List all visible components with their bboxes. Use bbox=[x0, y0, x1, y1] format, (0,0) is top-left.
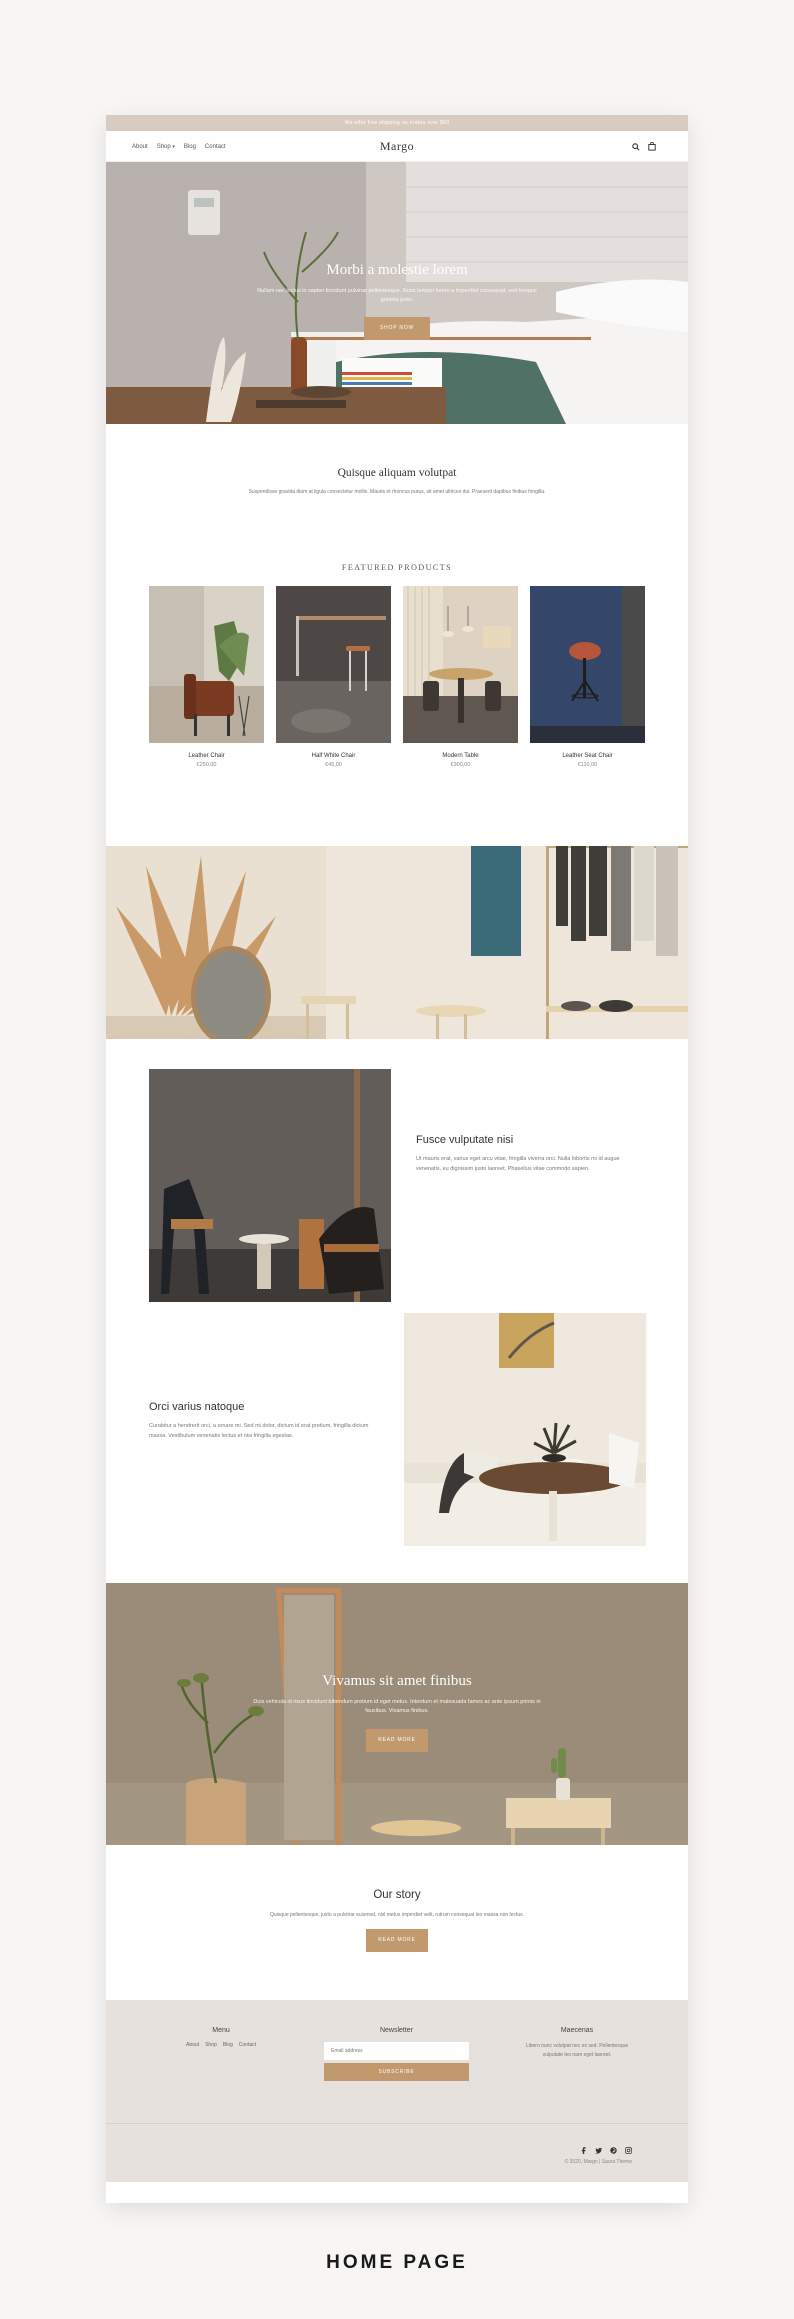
footer-newsletter: Newsletter SUBSCRIBE bbox=[324, 2027, 469, 2081]
footer-link-about[interactable]: About bbox=[186, 2042, 199, 2048]
product-image bbox=[403, 586, 518, 743]
intro-section: Quisque aliquam volutpat Suspendisse gra… bbox=[106, 424, 688, 563]
search-icon[interactable] bbox=[632, 138, 640, 156]
hero-title: Morbi a molestie lorem bbox=[326, 262, 468, 278]
product-price: €250,00 bbox=[196, 762, 217, 768]
intro-text: Suspendisse gravida diam at ligula conse… bbox=[248, 489, 546, 495]
feature-text-2: Curabitur a hendrerit orci, a ornare mi.… bbox=[149, 1423, 369, 1439]
footer-link-blog[interactable]: Blog bbox=[223, 2042, 233, 2048]
footer-about-text: Libero nunc volutpat nec ex sed. Pellent… bbox=[525, 2043, 629, 2058]
product-price: €300,00 bbox=[450, 762, 471, 768]
feature-image-2 bbox=[404, 1313, 646, 1546]
footer-link-shop[interactable]: Shop bbox=[205, 2042, 217, 2048]
hero-subtitle: Nullam nec lectus in sapien tincidunt pu… bbox=[257, 288, 537, 303]
site-frame: We offer free shipping on orders over $6… bbox=[106, 115, 688, 2203]
intro-title: Quisque aliquam volutpat bbox=[337, 467, 457, 479]
footer-link-contact[interactable]: Contact bbox=[239, 2042, 256, 2048]
product-card[interactable]: Leather Chair €250,00 bbox=[149, 586, 264, 768]
banner-title: Vivamus sit amet finibus bbox=[322, 1673, 472, 1689]
product-image bbox=[149, 586, 264, 743]
product-price: €110,00 bbox=[577, 762, 598, 768]
footer-about-title: Maecenas bbox=[560, 2027, 594, 2034]
feature-image-1 bbox=[149, 1069, 391, 1302]
newsletter-title: Newsletter bbox=[379, 2027, 414, 2034]
featured-products: FEATURED PRODUCTS Leather Chair €250,00 bbox=[106, 563, 688, 846]
product-name: Leather Chair bbox=[188, 753, 225, 759]
feature-title-2: Orci varius natoque bbox=[149, 1401, 245, 1413]
feature-section-1: Fusce vulputate nisi Ut mauris erat, var… bbox=[106, 1039, 688, 1311]
feature-section-2: Orci varius natoque Curabitur a hendreri… bbox=[106, 1311, 688, 1583]
footer-divider bbox=[106, 2123, 688, 2124]
story-title: Our story bbox=[373, 1889, 421, 1901]
shop-now-button[interactable]: SHOP NOW bbox=[363, 317, 431, 340]
story-read-more-button[interactable]: READ MORE bbox=[366, 1929, 428, 1952]
footer-about: Maecenas Libero nunc volutpat nec ex sed… bbox=[522, 2027, 632, 2059]
twitter-icon[interactable] bbox=[595, 2141, 602, 2159]
product-price: €45,00 bbox=[325, 762, 342, 768]
facebook-icon[interactable] bbox=[580, 2141, 587, 2159]
banner-subtitle: Duis vehicula id risus tincidunt bibendu… bbox=[253, 1699, 541, 1714]
featured-heading: FEATURED PRODUCTS bbox=[341, 563, 453, 572]
our-story-section: Our story Quisque pellentesque, justo a … bbox=[106, 1845, 688, 2000]
site-logo[interactable]: Margo bbox=[106, 131, 688, 162]
pinterest-icon[interactable] bbox=[610, 2141, 617, 2159]
product-image bbox=[530, 586, 645, 743]
social-links bbox=[580, 2141, 632, 2159]
announcement-bar: We offer free shipping on orders over $6… bbox=[106, 115, 688, 131]
story-text: Quisque pellentesque, justo a pulvinar e… bbox=[269, 1912, 525, 1918]
banner-read-more-button[interactable]: READ MORE bbox=[366, 1729, 428, 1752]
page-caption: HOME PAGE bbox=[326, 2252, 468, 2273]
footer-menu: Menu About Shop Blog Contact bbox=[166, 2027, 276, 2048]
hero-section: Morbi a molestie lorem Nullam nec lectus… bbox=[106, 162, 688, 424]
bag-icon[interactable] bbox=[648, 138, 656, 156]
feature-title-1: Fusce vulputate nisi bbox=[416, 1134, 514, 1146]
footer: Menu About Shop Blog Contact Newsletter … bbox=[106, 2000, 688, 2182]
email-field[interactable] bbox=[324, 2042, 469, 2060]
product-name: Half White Chair bbox=[311, 753, 356, 759]
product-name: Modern Table bbox=[442, 753, 479, 759]
instagram-icon[interactable] bbox=[625, 2141, 632, 2159]
header: About Shop ▾ Blog Contact Margo bbox=[106, 131, 688, 162]
product-card[interactable]: Half White Chair €45,00 bbox=[276, 586, 391, 768]
copyright: © 2020, Margo | Saura Theme bbox=[564, 2159, 632, 2165]
subscribe-button[interactable]: SUBSCRIBE bbox=[324, 2063, 469, 2081]
promo-banner: Vivamus sit amet finibus Duis vehicula i… bbox=[106, 1583, 688, 1845]
product-card[interactable]: Modern Table €300,00 bbox=[403, 586, 518, 768]
product-image bbox=[276, 586, 391, 743]
footer-menu-title: Menu bbox=[212, 2027, 230, 2034]
product-name: Leather Seat Chair bbox=[562, 753, 613, 759]
product-card[interactable]: Leather Seat Chair €110,00 bbox=[530, 586, 645, 768]
feature-text-1: Ut mauris erat, varius eget arcu vitae, … bbox=[416, 1156, 620, 1172]
interior-banner-image bbox=[106, 846, 688, 1039]
